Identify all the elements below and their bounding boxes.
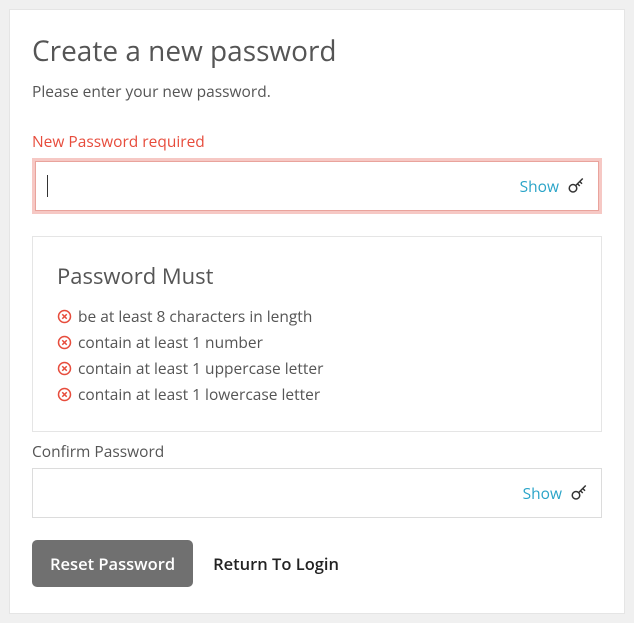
confirm-password-label: Confirm Password [32, 440, 602, 462]
x-circle-icon [57, 309, 72, 324]
x-circle-icon [57, 361, 72, 376]
password-rules-box: Password Must be at least 8 characters i… [32, 236, 602, 432]
rule-text: contain at least 1 uppercase letter [78, 357, 323, 379]
text-cursor [47, 175, 48, 197]
rule-text: contain at least 1 number [78, 331, 263, 353]
page-title: Create a new password [32, 32, 602, 70]
password-rule: contain at least 1 lowercase letter [57, 383, 577, 405]
show-confirm-password-toggle[interactable]: Show [523, 482, 562, 504]
password-rule: contain at least 1 number [57, 331, 577, 353]
reset-password-button[interactable]: Reset Password [32, 540, 193, 587]
new-password-label: New Password required [32, 130, 602, 152]
return-to-login-button[interactable]: Return To Login [213, 552, 339, 575]
new-password-input-wrap: Show [32, 158, 602, 214]
confirm-password-input[interactable] [32, 468, 602, 518]
confirm-password-input-wrap: Show [32, 468, 602, 518]
password-rules-list: be at least 8 characters in length conta… [57, 305, 577, 405]
new-password-input[interactable] [35, 161, 599, 211]
key-icon [570, 484, 588, 502]
password-rule: contain at least 1 uppercase letter [57, 357, 577, 379]
key-icon [567, 177, 585, 195]
rule-text: contain at least 1 lowercase letter [78, 383, 320, 405]
password-reset-card: Create a new password Please enter your … [9, 9, 625, 614]
rule-text: be at least 8 characters in length [78, 305, 312, 327]
x-circle-icon [57, 335, 72, 350]
password-rule: be at least 8 characters in length [57, 305, 577, 327]
password-rules-title: Password Must [57, 261, 577, 291]
button-row: Reset Password Return To Login [32, 540, 602, 587]
x-circle-icon [57, 387, 72, 402]
show-new-password-toggle[interactable]: Show [520, 175, 559, 197]
page-subtitle: Please enter your new password. [32, 80, 602, 102]
